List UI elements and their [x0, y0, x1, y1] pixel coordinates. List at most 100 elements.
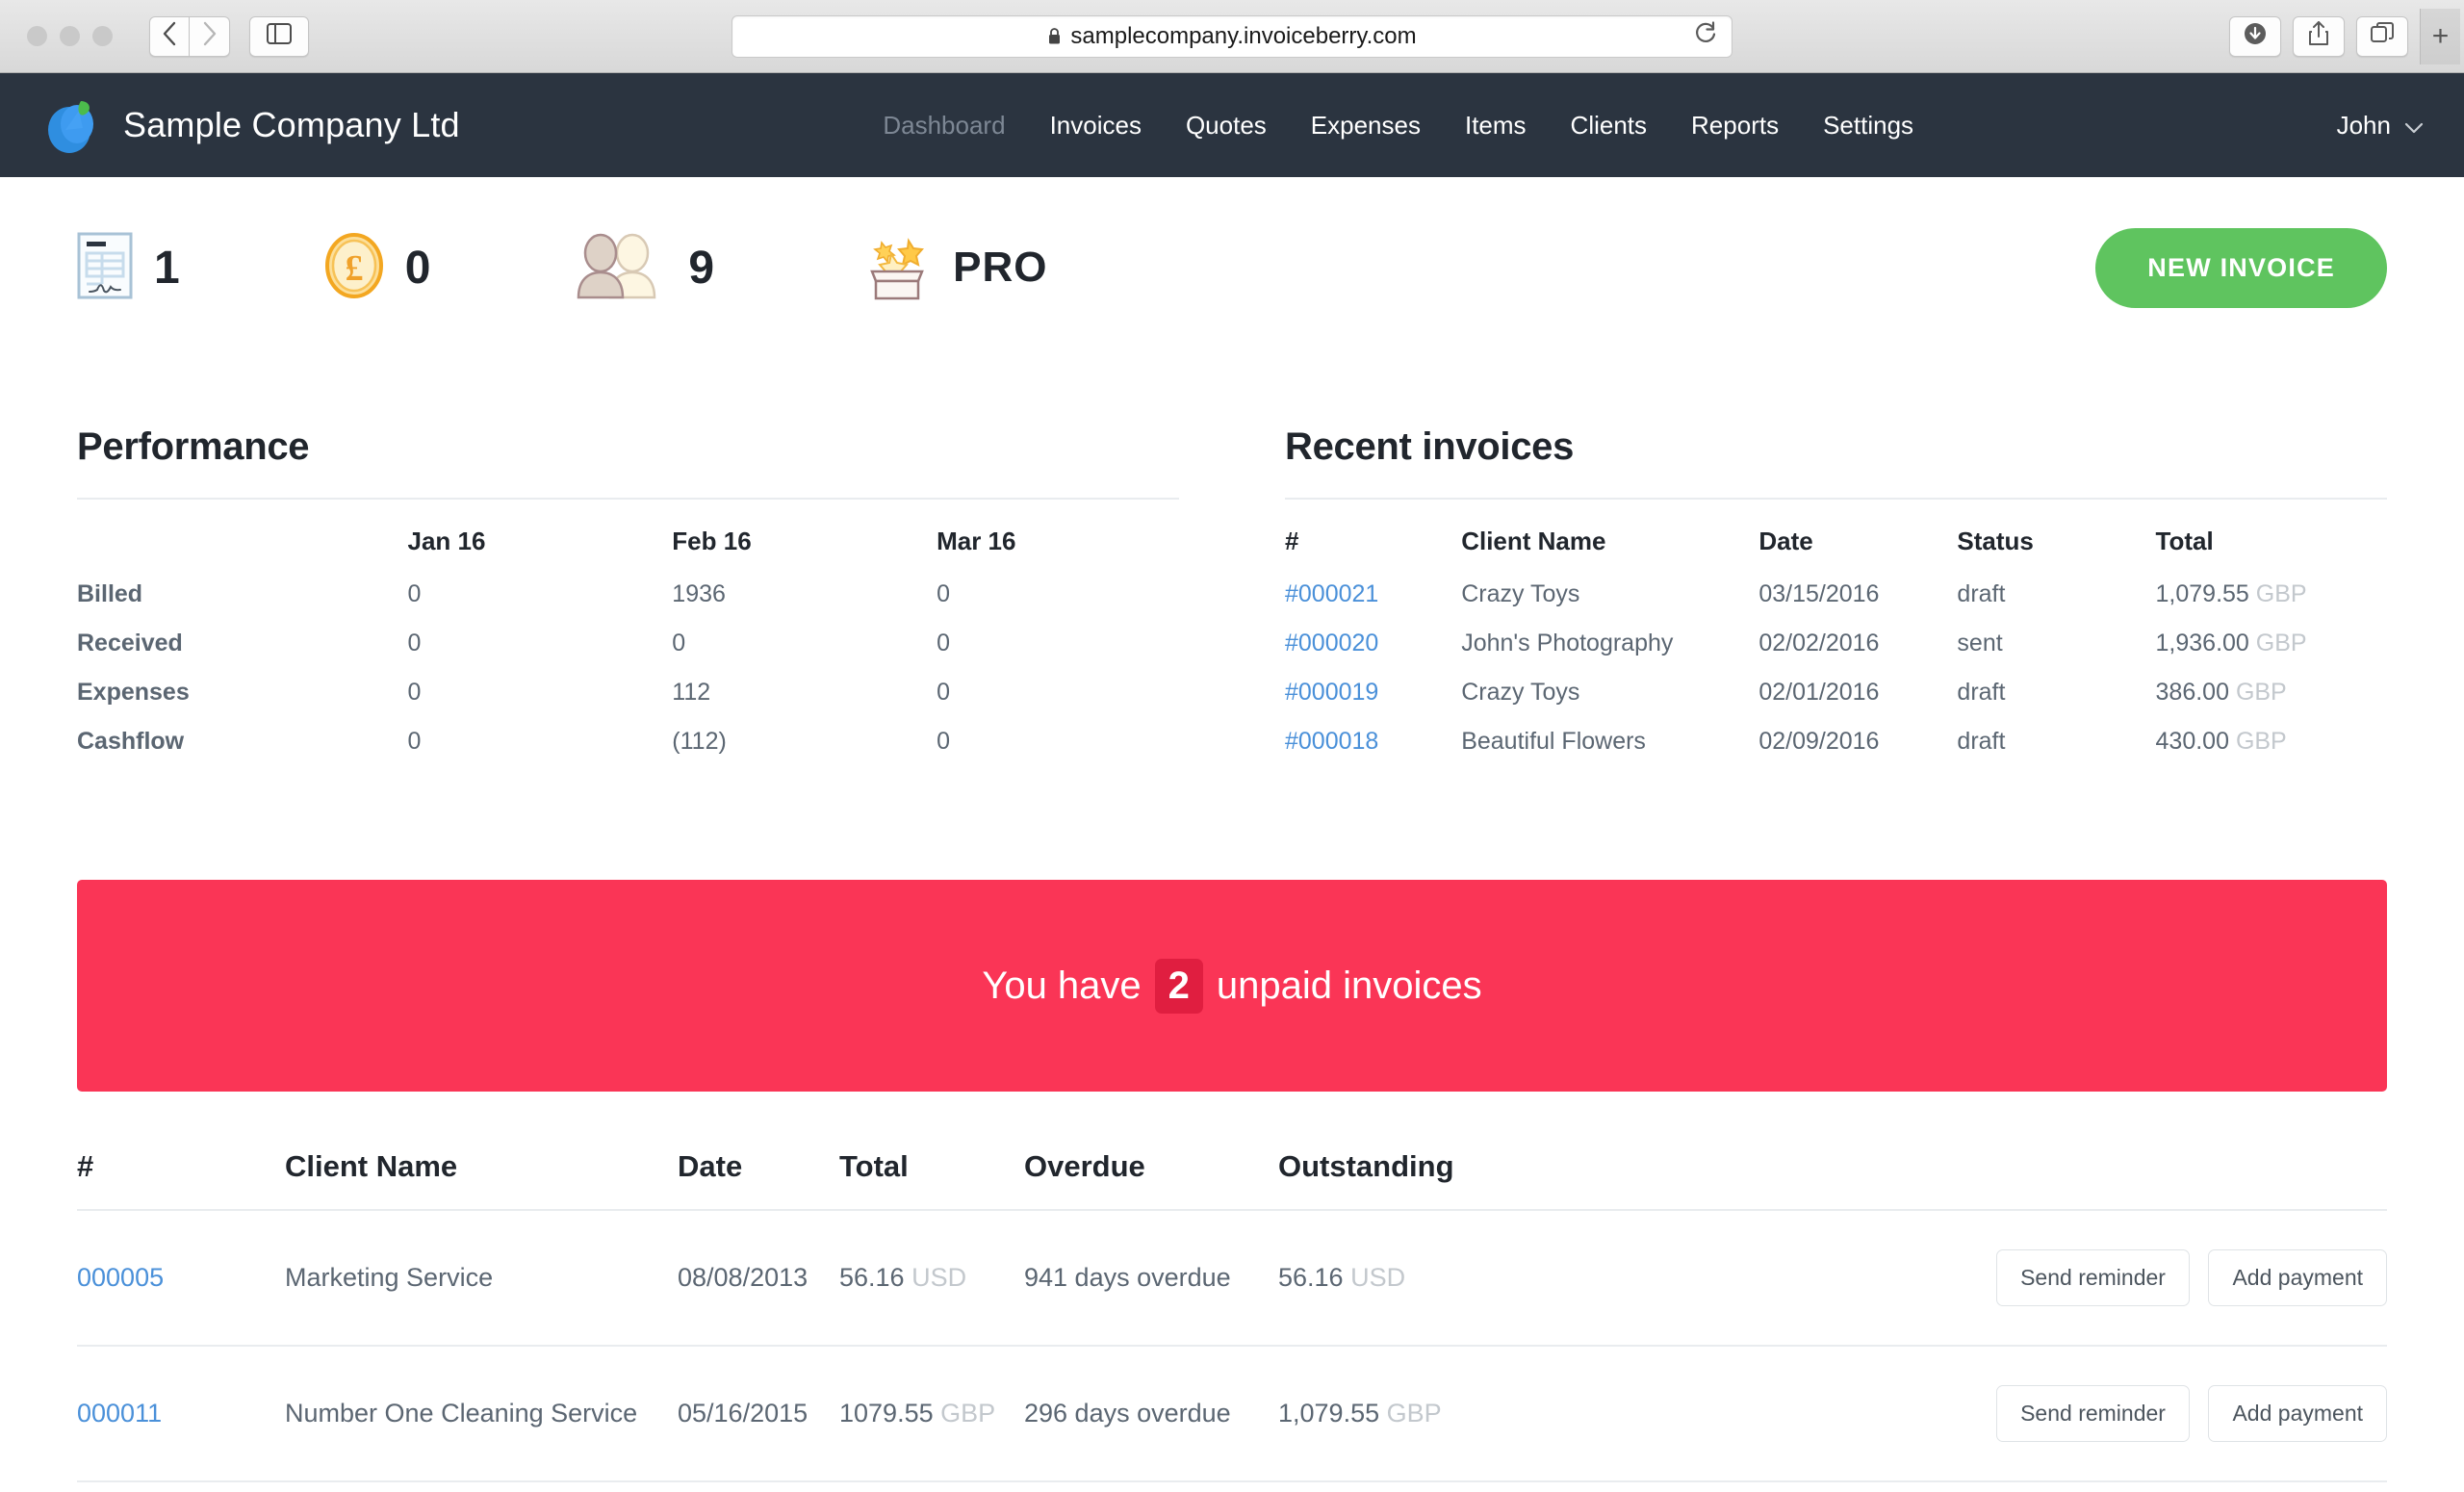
recent-col-total: Total: [2155, 527, 2214, 555]
send-reminder-button[interactable]: Send reminder: [1996, 1385, 2190, 1442]
table-row: #000021 Crazy Toys 03/15/2016 draft 1,07…: [1285, 570, 2387, 619]
performance-cell: 1936: [672, 580, 726, 607]
add-payment-button[interactable]: Add payment: [2208, 1249, 2387, 1306]
table-row: 000005 Marketing Service 08/08/2013 56.1…: [77, 1210, 2387, 1347]
unpaid-cell-outstanding: 56.16 USD: [1278, 1210, 1648, 1347]
window-traffic-lights[interactable]: [27, 26, 113, 46]
unpaid-col-overdue: Overdue: [1024, 1126, 1278, 1211]
nav-item-dashboard[interactable]: Dashboard: [883, 111, 1005, 141]
unpaid-cell-overdue: 296 days overdue: [1024, 1346, 1278, 1482]
unpaid-cell-number: 000011: [77, 1346, 285, 1482]
invoice-link[interactable]: 000005: [77, 1263, 164, 1292]
performance-cell: 0: [937, 679, 950, 706]
sidebar-toggle-button[interactable]: [249, 15, 309, 57]
new-tab-button[interactable]: +: [2420, 8, 2460, 64]
nav-item-invoices[interactable]: Invoices: [1050, 111, 1142, 141]
recent-cell-client: Beautiful Flowers: [1461, 728, 1646, 755]
recent-cell-number: #000021: [1285, 570, 1461, 619]
show-tabs-button[interactable]: [2356, 15, 2408, 57]
invoice-link[interactable]: #000021: [1285, 580, 1378, 607]
send-reminder-button[interactable]: Send reminder: [1996, 1249, 2190, 1306]
unpaid-invoices-table: # Client Name Date Total Overdue Outstan…: [77, 1126, 2387, 1482]
table-row: #000018 Beautiful Flowers 02/09/2016 dra…: [1285, 717, 2387, 766]
amount: 386.00: [2155, 679, 2229, 706]
downloads-button[interactable]: [2229, 15, 2281, 57]
pro-box-icon: [859, 229, 932, 307]
currency: GBP: [940, 1399, 996, 1428]
nav-item-settings[interactable]: Settings: [1823, 111, 1913, 141]
nav-item-expenses[interactable]: Expenses: [1311, 111, 1421, 141]
unpaid-col-actions: [1648, 1126, 2387, 1211]
main-nav: Dashboard Invoices Quotes Expenses Items…: [883, 111, 1913, 141]
invoice-link[interactable]: #000020: [1285, 630, 1378, 656]
invoice-link[interactable]: 000011: [77, 1399, 162, 1428]
currency: GBP: [2255, 630, 2307, 656]
performance-cell-cashflow: 0: [937, 728, 950, 755]
performance-row-label: Cashflow: [77, 728, 185, 755]
recent-invoices-panel: Recent invoices # Client Name Date Statu…: [1285, 425, 2387, 766]
add-payment-button[interactable]: Add payment: [2208, 1385, 2387, 1442]
brand[interactable]: Sample Company Ltd: [42, 95, 460, 155]
recent-cell-client: Crazy Toys: [1461, 580, 1580, 607]
performance-cell: 0: [937, 580, 950, 607]
invoice-link[interactable]: #000018: [1285, 728, 1378, 755]
table-row: #000020 John's Photography 02/02/2016 se…: [1285, 619, 2387, 668]
share-button[interactable]: [2293, 15, 2345, 57]
panels: Performance Jan 16 Feb 16 Mar 16 Billed …: [77, 425, 2387, 766]
performance-title: Performance: [77, 425, 310, 468]
pound-coin-icon: £: [324, 232, 384, 304]
recent-invoices-title: Recent invoices: [1285, 425, 1575, 468]
performance-panel: Performance Jan 16 Feb 16 Mar 16 Billed …: [77, 425, 1179, 766]
performance-cell: 0: [407, 630, 422, 656]
back-button[interactable]: [149, 15, 190, 57]
maximize-window-button[interactable]: [92, 26, 113, 46]
close-window-button[interactable]: [27, 26, 47, 46]
performance-cell: 0: [937, 630, 950, 656]
currency: USD: [1350, 1263, 1406, 1292]
amount: 1,936.00: [2155, 630, 2249, 656]
amount: 430.00: [2155, 728, 2229, 755]
recent-cell-client: John's Photography: [1461, 630, 1674, 656]
user-menu[interactable]: John: [2337, 111, 2424, 141]
recent-col-client: Client Name: [1461, 527, 1606, 555]
performance-row-label: Expenses: [77, 679, 190, 706]
browser-nav-group: [149, 15, 230, 57]
performance-cell: 0: [407, 679, 422, 706]
invoice-document-icon: [77, 232, 133, 304]
chevron-down-icon: [2404, 111, 2424, 141]
nav-item-items[interactable]: Items: [1465, 111, 1527, 141]
performance-row-label: Billed: [77, 580, 143, 607]
new-invoice-button[interactable]: NEW INVOICE: [2095, 227, 2387, 308]
recent-cell-client: Crazy Toys: [1461, 679, 1580, 706]
amount: 1079.55: [839, 1399, 934, 1428]
stats-row: 1 £ 0 9 PRO NEW INVOICE: [77, 177, 2387, 350]
stat-revenue: £ 0: [324, 232, 430, 304]
amount: 1,079.55: [2155, 580, 2249, 607]
unpaid-invoices-banner: You have 2 unpaid invoices: [77, 880, 2387, 1092]
performance-col-mar: Mar 16: [937, 527, 1016, 555]
unpaid-cell-client: Number One Cleaning Service: [285, 1346, 678, 1482]
new-tab-label: +: [2431, 19, 2450, 52]
table-row: Expenses 0 112 0: [77, 668, 1179, 717]
nav-item-quotes[interactable]: Quotes: [1186, 111, 1267, 141]
unpaid-col-outstanding: Outstanding: [1278, 1126, 1648, 1211]
nav-item-clients[interactable]: Clients: [1571, 111, 1647, 141]
stat-invoices: 1: [77, 232, 180, 304]
address-bar[interactable]: samplecompany.invoiceberry.com: [732, 14, 1732, 58]
stat-plan-value: PRO: [953, 244, 1048, 291]
recent-cell-status: sent: [1957, 630, 2003, 656]
reload-button[interactable]: [1693, 20, 1718, 52]
recent-invoices-table: # Client Name Date Status Total #000021 …: [1285, 500, 2387, 766]
performance-col-blank: [77, 500, 408, 570]
minimize-window-button[interactable]: [60, 26, 80, 46]
recent-cell-status: draft: [1957, 580, 2006, 607]
banner-prefix: You have: [982, 964, 1142, 1007]
stat-plan: PRO: [859, 229, 1047, 307]
recent-col-status: Status: [1957, 527, 2034, 555]
forward-button[interactable]: [190, 15, 230, 57]
nav-item-reports[interactable]: Reports: [1691, 111, 1779, 141]
page-body: 1 £ 0 9 PRO NEW INVOICE Performance Jan …: [0, 177, 2464, 1482]
unpaid-cell-actions: Send reminder Add payment: [1648, 1346, 2387, 1482]
invoice-link[interactable]: #000019: [1285, 679, 1378, 706]
svg-text:£: £: [345, 248, 363, 289]
